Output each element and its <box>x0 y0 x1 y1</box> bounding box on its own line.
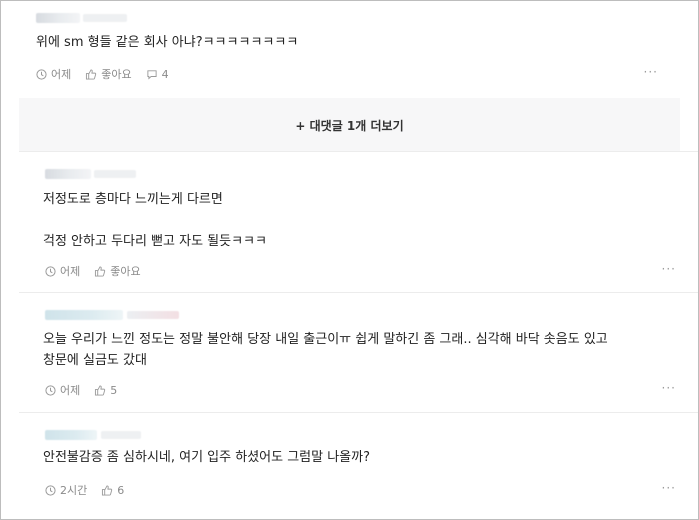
reply-count: 4 <box>161 67 169 81</box>
comment-text: 위에 sm 형들 같은 회사 아냐?ㅋㅋㅋㅋㅋㅋㅋㅋ <box>36 35 299 50</box>
clock-icon <box>45 384 56 396</box>
author-meta-blurred <box>127 311 179 319</box>
author-name-blurred <box>45 169 91 179</box>
comment-text: 저정도로 층마다 느끼는게 다르면 걱정 안하고 두다리 뻗고 자도 될듯ㅋㅋㅋ <box>43 192 267 249</box>
comment-item: 안전불감증 좀 심하시네, 여기 입주 하셨어도 그럼말 나올까? 2시간 6 … <box>19 412 698 513</box>
comment-meta: 어제 좋아요 4 <box>36 66 169 82</box>
timestamp-text: 어제 <box>60 384 81 397</box>
like-button[interactable]: 좋아요 <box>85 66 132 82</box>
thumbs-up-icon <box>102 484 113 496</box>
comment-meta: 어제 좋아요 <box>45 263 141 279</box>
thumbs-up-icon <box>95 265 106 277</box>
clock-icon <box>45 265 56 277</box>
comment-text: 오늘 우리가 느낀 정도는 정말 불안해 당장 내일 출근이ㅠ 쉽게 말하긴 좀… <box>43 332 608 368</box>
like-button[interactable]: 5 <box>94 384 117 397</box>
like-label: 좋아요 <box>101 68 132 81</box>
comment-meta: 어제 5 <box>45 382 117 398</box>
like-count: 5 <box>110 383 118 397</box>
comment-item: 위에 sm 형들 같은 회사 아냐?ㅋㅋㅋㅋㅋㅋㅋㅋ 어제 좋아요 4 ··· <box>1 1 698 91</box>
like-button[interactable]: 6 <box>101 484 124 497</box>
author-name-blurred <box>45 430 97 440</box>
thumbs-up-icon <box>86 68 97 80</box>
timestamp: 어제 <box>45 382 80 398</box>
timestamp-text: 어제 <box>60 265 81 278</box>
comment-list: 위에 sm 형들 같은 회사 아냐?ㅋㅋㅋㅋㅋㅋㅋㅋ 어제 좋아요 4 ··· … <box>0 0 699 520</box>
thumbs-up-icon <box>95 384 106 396</box>
comment-item: 저정도로 층마다 느끼는게 다르면 걱정 안하고 두다리 뻗고 자도 될듯ㅋㅋㅋ… <box>19 151 698 284</box>
author-name-blurred <box>45 310 123 320</box>
comment-meta: 2시간 6 <box>45 482 124 498</box>
speech-bubble-icon <box>147 69 157 79</box>
like-label: 좋아요 <box>110 265 141 278</box>
like-button[interactable]: 좋아요 <box>94 263 141 279</box>
reply-button[interactable]: 4 <box>146 68 169 81</box>
timestamp: 어제 <box>36 66 71 82</box>
more-dots-icon[interactable]: ··· <box>662 262 676 276</box>
more-replies-button[interactable]: + 대댓글 1개 더보기 <box>19 98 680 152</box>
comment-text: 안전불감증 좀 심하시네, 여기 입주 하셨어도 그럼말 나올까? <box>43 450 370 465</box>
author-meta-blurred <box>94 170 136 178</box>
more-dots-icon[interactable]: ··· <box>644 65 658 79</box>
timestamp-text: 2시간 <box>60 484 88 497</box>
author-meta-blurred <box>83 14 127 22</box>
clock-icon <box>36 68 47 80</box>
more-dots-icon[interactable]: ··· <box>662 381 676 395</box>
author-meta-blurred <box>101 431 141 439</box>
timestamp: 2시간 <box>45 482 87 498</box>
author-name-blurred <box>36 13 80 23</box>
more-dots-icon[interactable]: ··· <box>662 481 676 495</box>
timestamp-text: 어제 <box>51 68 72 81</box>
clock-icon <box>45 484 56 496</box>
like-count: 6 <box>117 483 125 497</box>
timestamp: 어제 <box>45 263 80 279</box>
comment-item: 오늘 우리가 느낀 정도는 정말 불안해 당장 내일 출근이ㅠ 쉽게 말하긴 좀… <box>19 292 698 406</box>
